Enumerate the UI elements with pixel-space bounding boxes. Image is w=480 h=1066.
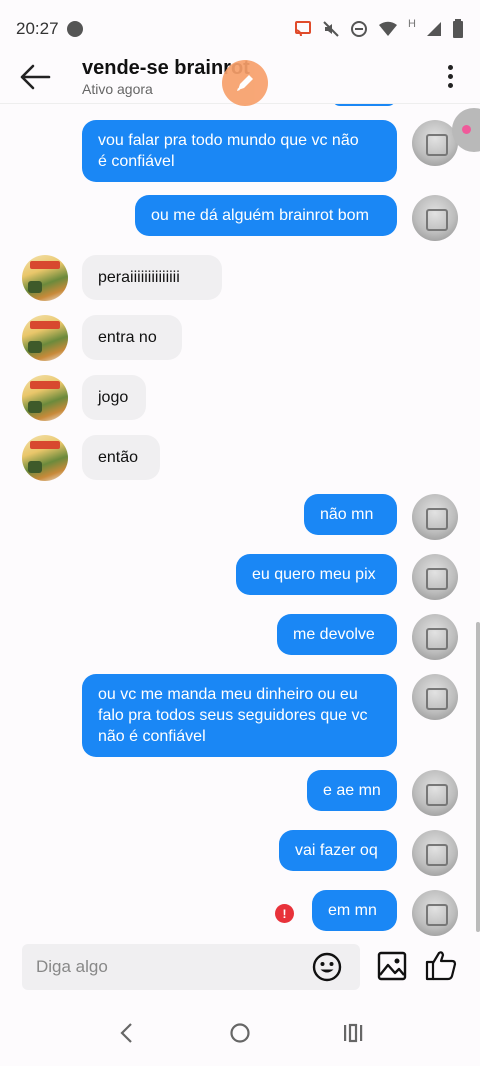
contact-avatar[interactable]: [22, 435, 68, 481]
emoji-icon[interactable]: [312, 952, 342, 982]
message-composer: [0, 938, 480, 996]
message-bubble-outgoing[interactable]: não mn: [304, 494, 397, 535]
avatar[interactable]: [412, 614, 458, 660]
image-icon[interactable]: [376, 950, 408, 982]
message-bubble-incoming[interactable]: entra no: [82, 315, 182, 360]
system-nav-bar: [0, 1000, 480, 1066]
message-bubble-incoming[interactable]: peraiiiiiiiiiiiiii: [82, 255, 222, 300]
contact-avatar[interactable]: [22, 375, 68, 421]
cast-icon: [294, 21, 312, 37]
status-time: 20:27: [16, 19, 59, 38]
message-bubble-outgoing[interactable]: vai fazer oq: [279, 830, 397, 871]
thumbs-up-icon[interactable]: [424, 948, 458, 982]
battery-icon: [453, 19, 463, 38]
wifi-icon: [379, 21, 398, 36]
avatar[interactable]: [412, 890, 458, 936]
avatar[interactable]: [412, 554, 458, 600]
avatar[interactable]: [412, 120, 458, 166]
message-bubble-outgoing[interactable]: eu quero meu pix: [236, 554, 397, 595]
nav-back-button[interactable]: [107, 1013, 147, 1053]
back-button[interactable]: [0, 50, 70, 104]
mute-icon: [323, 21, 339, 37]
do-not-disturb-icon: [351, 21, 368, 37]
more-options-button[interactable]: [420, 50, 480, 104]
message-bubble-incoming[interactable]: então: [82, 435, 160, 480]
contact-avatar[interactable]: [22, 255, 68, 301]
pencil-icon: [237, 75, 253, 91]
avatar[interactable]: [412, 674, 458, 720]
signal-h-icon: H: [408, 18, 416, 30]
nav-home-button[interactable]: [220, 1013, 260, 1053]
signal-icon: [427, 22, 441, 36]
send-failed-icon[interactable]: !: [275, 904, 294, 923]
avatar[interactable]: [412, 830, 458, 876]
message-bubble-outgoing[interactable]: e ae mn: [307, 770, 397, 811]
message-input[interactable]: [22, 944, 360, 990]
edit-overlay-button[interactable]: [222, 60, 268, 106]
avatar[interactable]: [412, 195, 458, 241]
notification-dot: [66, 21, 83, 37]
message-bubble-outgoing[interactable]: ou vc me manda meu dinheiro ou eu falo p…: [82, 674, 397, 757]
home-circle-icon: [230, 1023, 250, 1043]
status-icons: H: [294, 18, 464, 39]
message-bubble-outgoing[interactable]: me devolve: [277, 614, 397, 655]
partial-message-bubble: [332, 104, 396, 106]
nav-recents-button[interactable]: [333, 1013, 373, 1053]
message-list[interactable]: vou falar pra todo mundo que vc não é co…: [0, 104, 480, 938]
message-bubble-incoming[interactable]: jogo: [82, 375, 146, 420]
message-bubble-outgoing[interactable]: em mn: [312, 890, 397, 931]
contact-avatar[interactable]: [22, 315, 68, 361]
arrow-left-icon: [20, 64, 51, 89]
avatar[interactable]: [412, 770, 458, 816]
kebab-menu-icon: [447, 63, 453, 90]
message-bubble-outgoing[interactable]: ou me dá alguém brainrot bom: [135, 195, 397, 236]
scrollbar[interactable]: [476, 622, 480, 932]
message-bubble-outgoing[interactable]: vou falar pra todo mundo que vc não é co…: [82, 120, 397, 182]
avatar[interactable]: [412, 494, 458, 540]
chevron-left-icon: [120, 1023, 132, 1043]
recents-icon: [344, 1023, 363, 1043]
